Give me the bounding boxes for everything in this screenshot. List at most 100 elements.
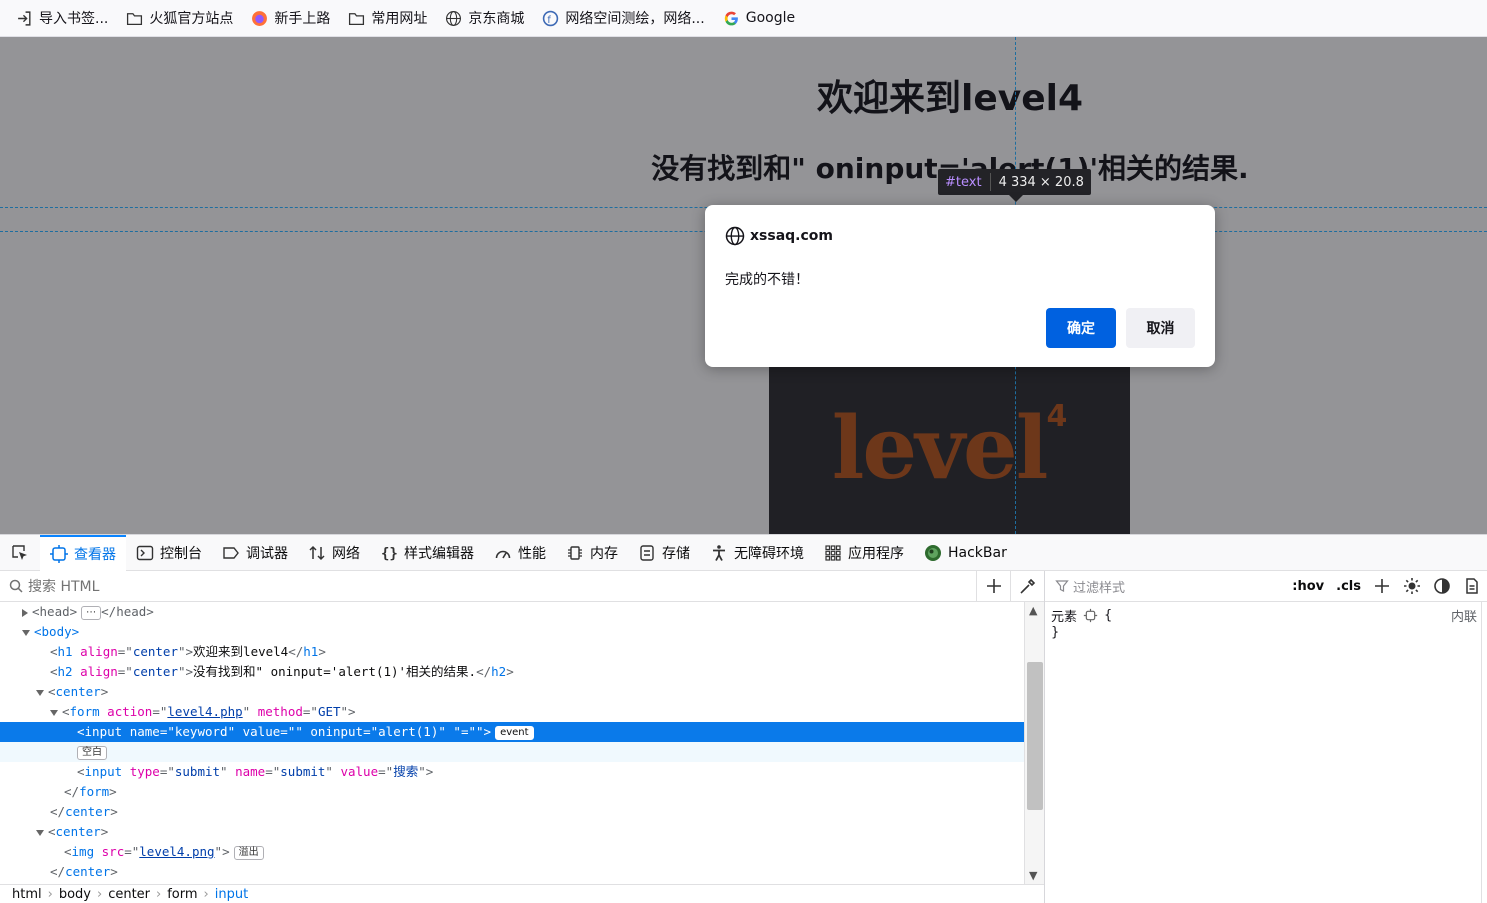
- bookmarks-toolbar: 导入书签... 火狐官方站点 新手上路 常用网址 京东商城 f 网络空间测绘，网…: [0, 0, 1487, 37]
- node-center-2-close[interactable]: </center>: [0, 862, 1024, 882]
- breadcrumb-item[interactable]: form: [167, 887, 197, 902]
- bookmark-fofa[interactable]: f 网络空间测绘，网络...: [540, 4, 706, 32]
- light-theme-toggle[interactable]: [1397, 577, 1427, 595]
- node-head[interactable]: <head> ⋯ </head>: [0, 602, 1024, 622]
- node-center[interactable]: <center>: [0, 682, 1024, 702]
- collapse-toggle-icon[interactable]: [36, 689, 44, 696]
- eyedropper-button[interactable]: [1010, 570, 1044, 602]
- print-media-toggle[interactable]: [1457, 577, 1487, 595]
- node-input-keyword[interactable]: <input name="keyword" value="" oninput="…: [0, 722, 1024, 742]
- tab-label: 查看器: [74, 546, 116, 563]
- bookmark-getting-started[interactable]: 新手上路: [249, 4, 332, 32]
- bookmark-jd[interactable]: 京东商城: [443, 4, 526, 32]
- add-node-button[interactable]: [976, 570, 1010, 602]
- search-icon: [9, 579, 23, 593]
- overflow-badge[interactable]: 溢出: [233, 845, 264, 860]
- tab-label: 无障碍环境: [734, 545, 804, 562]
- tab-performance[interactable]: 性能: [484, 535, 556, 571]
- tab-memory[interactable]: 内存: [556, 535, 628, 571]
- performance-icon: [495, 550, 511, 558]
- html-search-field[interactable]: 搜索 HTML: [0, 576, 976, 596]
- node-img[interactable]: <img src="level4.png"> 溢出: [0, 842, 1024, 862]
- breadcrumb-item[interactable]: html: [12, 887, 42, 902]
- memory-icon: [568, 545, 582, 560]
- dark-theme-toggle[interactable]: [1427, 577, 1457, 595]
- rules-panel: 过滤样式 :hov .cls 元素 { } 内联: [1044, 571, 1487, 903]
- tab-inspector[interactable]: 查看器: [40, 534, 126, 571]
- event-badge[interactable]: event: [495, 725, 534, 740]
- plus-icon: [986, 579, 1001, 593]
- collapse-toggle-icon[interactable]: [22, 629, 30, 636]
- tab-application[interactable]: 应用程序: [814, 535, 914, 571]
- tab-label: 网络: [332, 545, 360, 562]
- bookmark-import[interactable]: 导入书签...: [14, 4, 110, 32]
- bookmark-common-sites[interactable]: 常用网址: [346, 4, 429, 32]
- markup-toolbar: 搜索 HTML: [0, 570, 1044, 602]
- add-rule-button[interactable]: [1367, 577, 1397, 595]
- element-rule-header: 元素 {: [1051, 606, 1481, 625]
- form-action-link[interactable]: level4.php: [167, 704, 242, 719]
- tab-style-editor[interactable]: {} 样式编辑器: [370, 535, 484, 571]
- img-src-link[interactable]: level4.png: [139, 844, 214, 859]
- rule-close-brace: }: [1051, 625, 1060, 640]
- console-icon: [136, 545, 154, 560]
- tab-label: HackBar: [948, 544, 1007, 561]
- sun-icon: [1404, 578, 1420, 594]
- tab-hackbar[interactable]: HackBar: [914, 535, 1017, 571]
- bookmark-google[interactable]: Google: [721, 4, 797, 32]
- tab-console[interactable]: 控制台: [126, 535, 212, 571]
- class-toggle[interactable]: .cls: [1330, 579, 1367, 594]
- breadcrumb-item[interactable]: body: [59, 887, 91, 902]
- tab-label: 样式编辑器: [404, 545, 474, 562]
- markup-view: <head> ⋯ </head> <body> <h1 align="center"…: [0, 602, 1024, 884]
- scroll-down-icon[interactable]: ▼: [1029, 869, 1037, 882]
- tab-debugger[interactable]: 调试器: [212, 535, 298, 571]
- rules-body: 元素 { } 内联: [1045, 602, 1487, 644]
- devtools-tabbar: 查看器 控制台 调试器 网络 {} 样式编辑器 性能 内存 存储 无障碍环境 应…: [0, 534, 1487, 571]
- collapse-toggle-icon[interactable]: [50, 709, 58, 716]
- node-body[interactable]: <body>: [0, 622, 1024, 642]
- tab-network[interactable]: 网络: [298, 535, 370, 571]
- ok-button[interactable]: 确定: [1046, 308, 1116, 348]
- bookmark-label: 新手上路: [274, 11, 331, 27]
- globe-icon: [446, 10, 462, 26]
- breadcrumb-current[interactable]: input: [215, 887, 248, 902]
- rules-scrollbar[interactable]: [1481, 602, 1487, 903]
- node-whitespace[interactable]: 空白: [0, 742, 1024, 762]
- collapsed-ellipsis-badge[interactable]: ⋯: [81, 605, 102, 620]
- element-picker-button[interactable]: [0, 535, 40, 571]
- inspector-icon: [50, 544, 68, 563]
- tab-storage[interactable]: 存储: [628, 535, 700, 571]
- tab-label: 调试器: [246, 545, 288, 562]
- filter-styles-field[interactable]: 过滤样式: [1055, 577, 1286, 596]
- infobar-dimensions: 4 334 × 20.8: [998, 174, 1084, 190]
- tab-accessibility[interactable]: 无障碍环境: [700, 535, 814, 571]
- bookmark-label: 火狐官方站点: [149, 11, 234, 27]
- inspector-icon[interactable]: [1083, 608, 1098, 623]
- hover-state-toggle[interactable]: :hov: [1286, 579, 1330, 594]
- node-h2[interactable]: <h2 align="center">没有找到和" oninput='alert…: [0, 662, 1024, 682]
- expand-toggle-icon[interactable]: [22, 608, 28, 617]
- hackbar-icon: [925, 544, 941, 561]
- node-input-submit[interactable]: <input type="submit" name="submit" value…: [0, 762, 1024, 782]
- input-extra-attr: "="": [453, 724, 484, 739]
- bookmark-firefox-site[interactable]: 火狐官方站点: [124, 4, 235, 32]
- node-h1[interactable]: <h1 align="center">欢迎来到level4</h1>: [0, 642, 1024, 662]
- fofa-icon: f: [543, 10, 559, 26]
- node-form[interactable]: <form action="level4.php" method="GET">: [0, 702, 1024, 722]
- node-center-2[interactable]: <center>: [0, 822, 1024, 842]
- node-form-close[interactable]: </form>: [0, 782, 1024, 802]
- tab-label: 应用程序: [848, 545, 904, 562]
- scroll-up-icon[interactable]: ▲: [1029, 604, 1037, 617]
- folder-icon: [349, 12, 365, 25]
- breadcrumb-item[interactable]: center: [108, 887, 150, 902]
- tab-label: 内存: [590, 545, 618, 562]
- folder-icon: [127, 12, 143, 25]
- input-oninput-value: alert(1): [378, 724, 439, 739]
- node-center-close[interactable]: </center>: [0, 802, 1024, 822]
- scrollbar-thumb[interactable]: [1027, 662, 1043, 810]
- cancel-button[interactable]: 取消: [1126, 308, 1195, 348]
- markup-scrollbar[interactable]: ▲ ▼: [1024, 602, 1044, 884]
- alert-dialog: xssaq.com 完成的不错！ 确定 取消: [705, 205, 1215, 367]
- collapse-toggle-icon[interactable]: [36, 829, 44, 836]
